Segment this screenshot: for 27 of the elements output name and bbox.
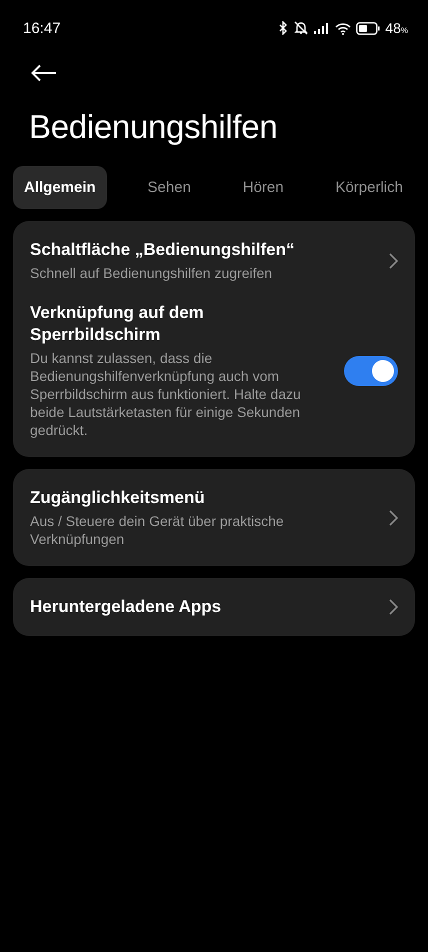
row-title: Schaltfläche „Bedienungshilfen“ bbox=[30, 239, 296, 261]
row-subtitle: Du kannst zulassen, dass die Bedienungshilfenverknüpfung auch vom Sperrbildschirm aus funktioniert. Halte dazu beide Lautstärketasten für einige Sekunden gedrückt. bbox=[30, 349, 302, 439]
row-subtitle: Aus / Steuere dein Gerät über praktische Verknüpfungen bbox=[30, 512, 285, 548]
row-title: Zugänglichkeitsmenü bbox=[30, 487, 206, 509]
row-title: Heruntergeladene Apps bbox=[30, 596, 222, 618]
back-arrow-icon bbox=[31, 64, 57, 82]
battery-icon bbox=[356, 22, 380, 34]
toggle-switch[interactable] bbox=[344, 356, 398, 386]
wifi-icon bbox=[335, 22, 352, 34]
tab[interactable]: Allgemein bbox=[13, 166, 107, 209]
chevron-right-icon bbox=[389, 599, 398, 615]
chevron-right-icon bbox=[389, 510, 398, 526]
signal-icon bbox=[314, 22, 330, 34]
chevron-right-icon bbox=[389, 252, 398, 268]
muted-bell-icon bbox=[293, 21, 310, 35]
bluetooth-icon bbox=[278, 21, 288, 35]
tab[interactable]: Körperlich bbox=[324, 166, 414, 209]
status-time: 16:47 bbox=[23, 20, 61, 36]
tab[interactable]: Hören bbox=[232, 166, 295, 209]
row-title: Verknüpfung auf dem Sperrbildschirm bbox=[30, 302, 205, 346]
settings-row[interactable]: Heruntergeladene Apps bbox=[13, 586, 415, 628]
settings-row[interactable]: Schaltfläche „Bedienungshilfen“ Schnell auf Bedienungshilfen zugreifen bbox=[13, 229, 415, 292]
row-subtitle: Schnell auf Bedienungshilfen zugreifen bbox=[30, 264, 274, 282]
page-title: Bedienungshilfen bbox=[29, 108, 278, 146]
settings-row[interactable]: Zugänglichkeitsmenü Aus / Steuere dein Gerät über praktische Verknüpfungen bbox=[13, 477, 415, 558]
battery-percent: 48% bbox=[385, 20, 408, 36]
tab[interactable]: Sehen bbox=[136, 166, 202, 209]
